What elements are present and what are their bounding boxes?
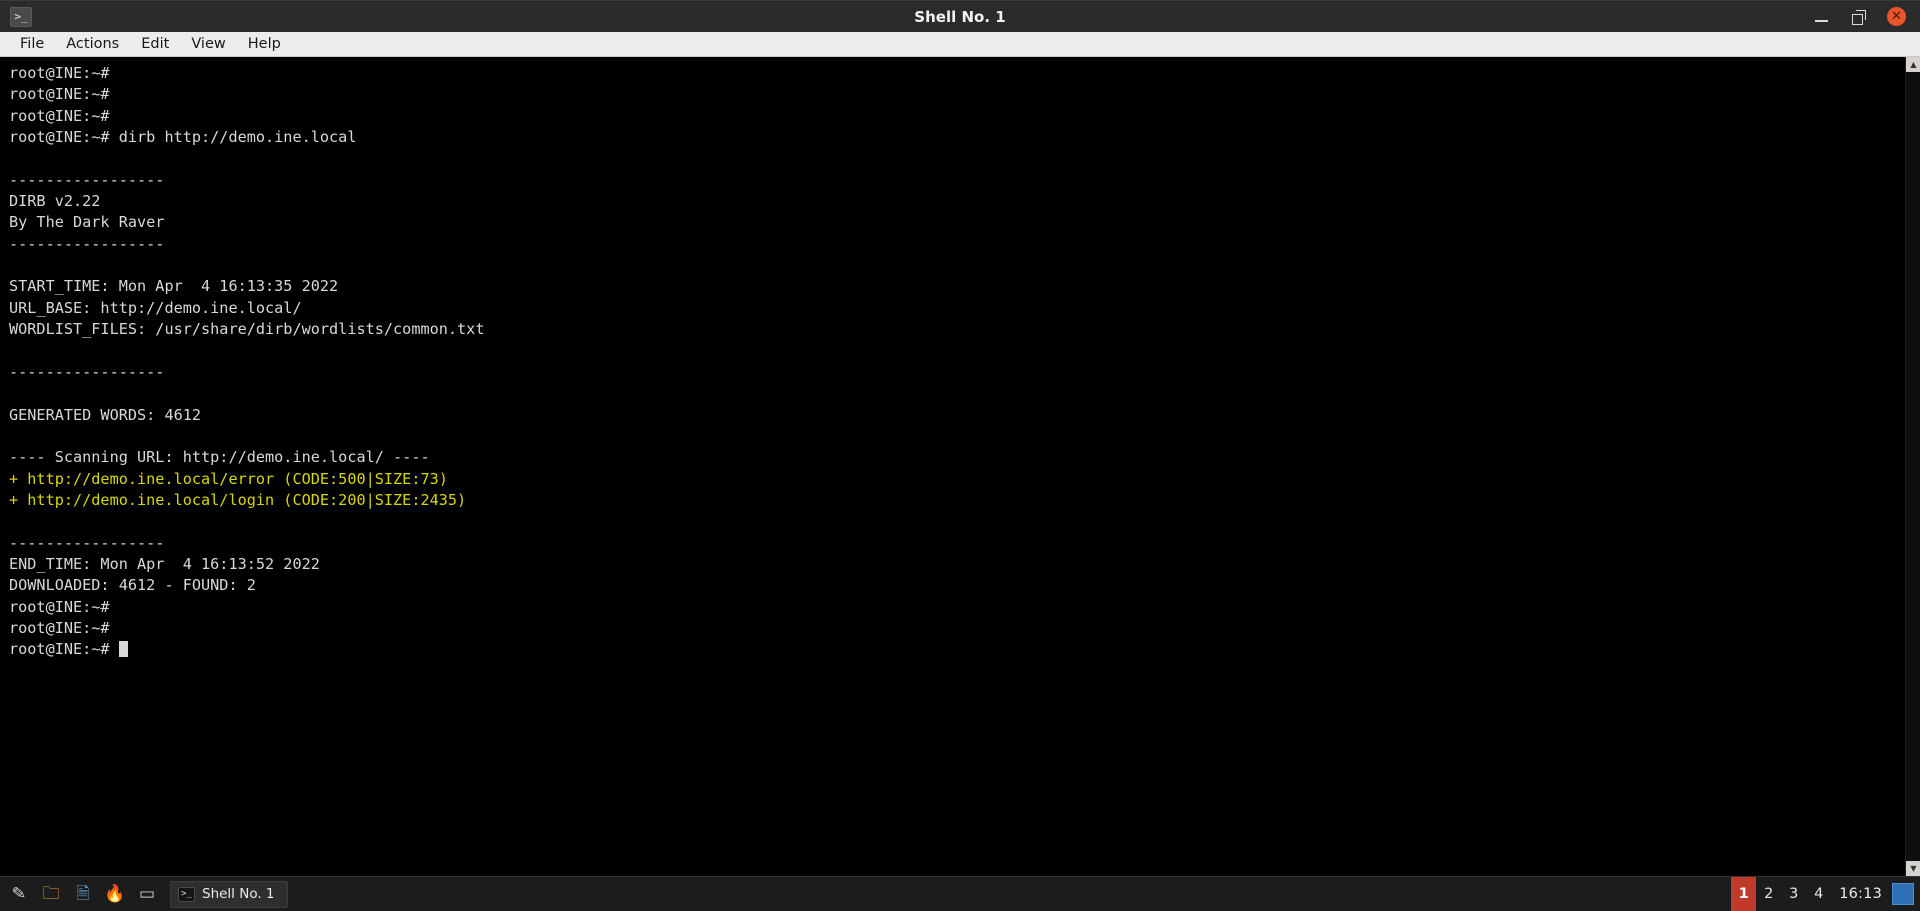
menu-item-help[interactable]: Help <box>237 32 292 56</box>
window-controls: ✕ <box>1811 7 1920 27</box>
terminal-area: root@INE:~#root@INE:~#root@INE:~#root@IN… <box>0 57 1920 876</box>
text-editor-icon[interactable]: 🗎 <box>68 879 98 909</box>
taskbar-window-button-shell-no-1[interactable]: >_ Shell No. 1 <box>170 881 288 908</box>
workspace-button-3[interactable]: 3 <box>1781 877 1806 911</box>
terminal-line: + http://demo.ine.local/login (CODE:200|… <box>9 490 1905 511</box>
terminal-launcher-icon[interactable]: ▭ <box>132 879 162 909</box>
maximize-icon <box>1852 10 1866 24</box>
maximize-button[interactable] <box>1849 7 1869 27</box>
terminal-line <box>9 426 1905 447</box>
scroll-down-arrow-icon[interactable]: ▼ <box>1906 861 1920 876</box>
terminal-line <box>9 148 1905 169</box>
terminal-line: DOWNLOADED: 4612 - FOUND: 2 <box>9 575 1905 596</box>
menu-item-edit[interactable]: Edit <box>130 32 180 56</box>
terminal-line: URL_BASE: http://demo.ine.local/ <box>9 298 1905 319</box>
scroll-up-arrow-icon[interactable]: ▲ <box>1906 57 1920 72</box>
terminal-line: START_TIME: Mon Apr 4 16:13:35 2022 <box>9 276 1905 297</box>
desktop: >_ Shell No. 1 ✕ File Actions Edit View … <box>0 0 1920 911</box>
terminal-line: ----------------- <box>9 533 1905 554</box>
terminal-line: ----------------- <box>9 170 1905 191</box>
terminal-line: root@INE:~# <box>9 106 1905 127</box>
terminal-line: root@INE:~# <box>9 597 1905 618</box>
workspace-button-1[interactable]: 1 <box>1731 877 1756 911</box>
terminal-line: root@INE:~# dirb http://demo.ine.local <box>9 127 1905 148</box>
terminal-line: WORDLIST_FILES: /usr/share/dirb/wordlist… <box>9 319 1905 340</box>
scrollbar-thumb[interactable] <box>1906 72 1920 861</box>
taskbar-terminal-icon: >_ <box>178 887 195 902</box>
terminal-line <box>9 511 1905 532</box>
terminal-prompt-text: root@INE:~# <box>9 640 119 658</box>
taskbar-launchers: ✎ 🗀 🗎 🔥 ▭ <box>0 879 162 909</box>
terminal-prompt-line[interactable]: root@INE:~# <box>9 639 1905 660</box>
workspace-button-4[interactable]: 4 <box>1806 877 1831 911</box>
menu-item-view[interactable]: View <box>180 32 236 56</box>
terminal-line <box>9 255 1905 276</box>
terminal-line: GENERATED WORDS: 4612 <box>9 405 1905 426</box>
terminal-line: + http://demo.ine.local/error (CODE:500|… <box>9 469 1905 490</box>
minimize-button[interactable] <box>1811 7 1831 27</box>
window-title: Shell No. 1 <box>0 8 1920 26</box>
pen-tool-icon[interactable]: ✎ <box>3 878 36 911</box>
terminal-line <box>9 383 1905 404</box>
terminal-line: ----------------- <box>9 362 1905 383</box>
terminal-icon: >_ <box>10 7 32 27</box>
taskbar-window-label: Shell No. 1 <box>202 886 275 902</box>
taskbar-right: 1 2 3 4 16:13 <box>1731 877 1920 911</box>
menu-item-file[interactable]: File <box>9 32 55 56</box>
menubar: File Actions Edit View Help <box>0 32 1920 57</box>
terminal-line: root@INE:~# <box>9 618 1905 639</box>
workspace-button-2[interactable]: 2 <box>1756 877 1781 911</box>
terminal-line: ---- Scanning URL: http://demo.ine.local… <box>9 447 1905 468</box>
terminal-line <box>9 340 1905 361</box>
close-icon: ✕ <box>1891 10 1902 23</box>
taskbar: ✎ 🗀 🗎 🔥 ▭ >_ Shell No. 1 1 2 3 4 16:13 <box>0 876 1920 911</box>
show-desktop-button[interactable] <box>1892 883 1914 905</box>
terminal-output[interactable]: root@INE:~#root@INE:~#root@INE:~#root@IN… <box>0 57 1905 876</box>
close-button[interactable]: ✕ <box>1887 7 1906 26</box>
scrollbar-track[interactable] <box>1906 72 1920 861</box>
terminal-line: END_TIME: Mon Apr 4 16:13:52 2022 <box>9 554 1905 575</box>
terminal-line: root@INE:~# <box>9 84 1905 105</box>
terminal-line: By The Dark Raver <box>9 212 1905 233</box>
terminal-line: DIRB v2.22 <box>9 191 1905 212</box>
clock[interactable]: 16:13 <box>1831 886 1892 902</box>
file-manager-icon[interactable]: 🗀 <box>36 879 66 909</box>
menu-item-actions[interactable]: Actions <box>55 32 130 56</box>
firefox-icon[interactable]: 🔥 <box>100 879 130 909</box>
terminal-line: root@INE:~# <box>9 63 1905 84</box>
terminal-line: ----------------- <box>9 234 1905 255</box>
terminal-scrollbar[interactable]: ▲ ▼ <box>1905 57 1920 876</box>
minimize-icon <box>1815 20 1828 22</box>
window-titlebar[interactable]: >_ Shell No. 1 ✕ <box>0 0 1920 32</box>
terminal-cursor <box>119 641 128 657</box>
